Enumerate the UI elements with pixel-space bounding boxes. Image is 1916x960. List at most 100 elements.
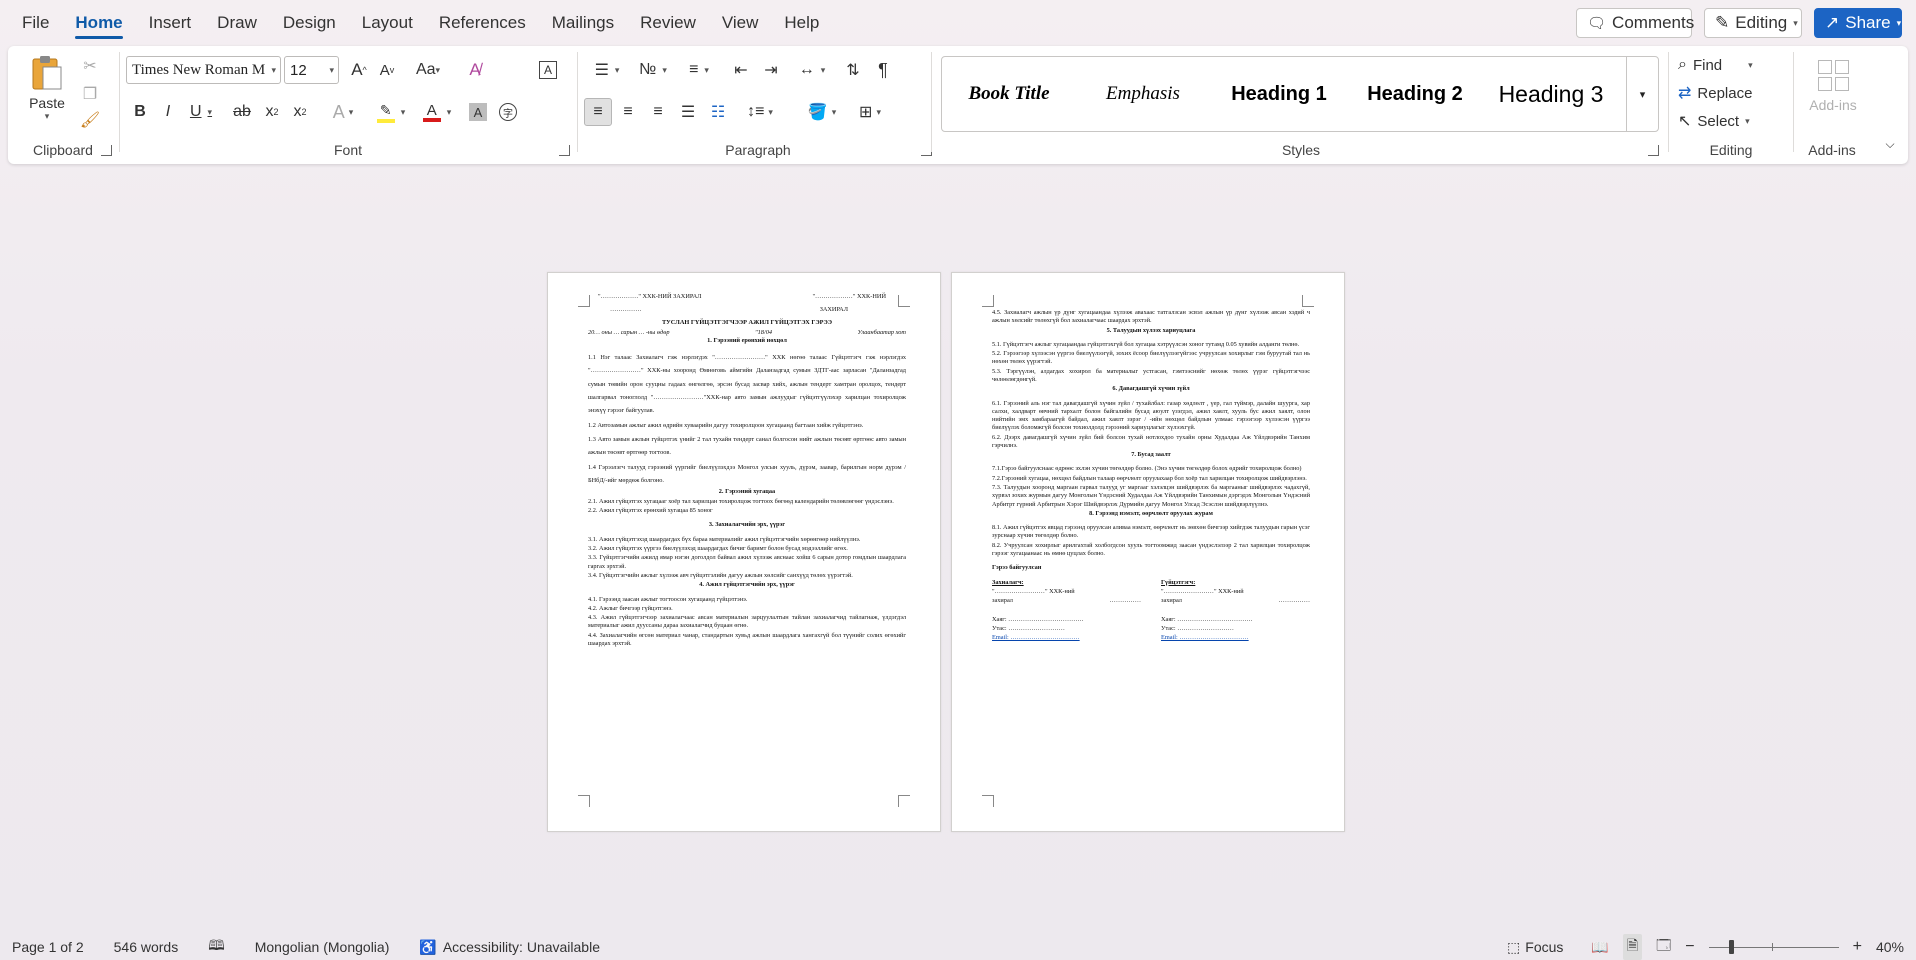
- clipboard-launcher-icon[interactable]: [101, 145, 112, 156]
- borders-icon[interactable]: ⊞ ▾: [848, 98, 892, 126]
- bullets-icon[interactable]: ☰ ▾: [586, 56, 628, 84]
- addins-button[interactable]: Add-ins: [1802, 54, 1864, 118]
- text-direction-icon[interactable]: ↔ ▾: [792, 56, 832, 84]
- format-painter-icon[interactable]: 🖌: [78, 108, 102, 132]
- font-size-dropdown[interactable]: 12 ▾: [284, 56, 339, 84]
- align-left-icon[interactable]: ≡: [584, 98, 612, 126]
- distributed-icon[interactable]: ☷: [704, 98, 732, 126]
- shrink-font-icon[interactable]: Av: [374, 56, 400, 84]
- zoom-level[interactable]: 40%: [1876, 939, 1904, 955]
- collapse-ribbon-icon[interactable]: ⌵: [1880, 134, 1900, 154]
- document-page-2[interactable]: 4.5. Захиалагч ажлын үр дүнг хугацаандаа…: [951, 272, 1345, 832]
- copy-icon[interactable]: ❐: [78, 82, 102, 106]
- print-layout-icon[interactable]: 🗎: [1622, 934, 1643, 960]
- bold-button[interactable]: B: [128, 98, 152, 126]
- enclose-characters-icon[interactable]: 字: [496, 98, 520, 126]
- highlight-color-button[interactable]: ✎ ▾: [370, 98, 412, 126]
- doc-paragraph: 4.2. Ажлыг бичгээр гүйцэтгэнэ.: [588, 604, 673, 612]
- font-color-button[interactable]: A ▾: [416, 98, 458, 126]
- tab-design[interactable]: Design: [270, 0, 349, 46]
- read-mode-icon[interactable]: 📖: [1591, 939, 1608, 956]
- cut-icon[interactable]: ✂: [78, 54, 102, 78]
- justify-icon[interactable]: ☰: [674, 98, 702, 126]
- multilevel-list-icon[interactable]: ≡ ▾: [678, 56, 720, 84]
- web-layout-icon[interactable]: 🗔: [1656, 935, 1671, 959]
- page-count[interactable]: Page 1 of 2: [12, 939, 84, 955]
- grow-font-icon[interactable]: A ^: [346, 56, 372, 84]
- decrease-indent-icon[interactable]: ⇤: [728, 56, 754, 84]
- zoom-out-icon[interactable]: −: [1685, 938, 1694, 956]
- zoom-in-icon[interactable]: +: [1853, 938, 1862, 956]
- doc-email-link[interactable]: Email: ……………………………: [1161, 634, 1310, 642]
- editing-mode-button[interactable]: ✎ Editing ▾: [1704, 8, 1802, 38]
- strikethrough-button[interactable]: ab: [228, 98, 256, 126]
- superscript-button[interactable]: x2: [286, 98, 314, 126]
- text-effects-icon[interactable]: A ▾: [324, 98, 362, 126]
- shading-bucket-icon[interactable]: 🪣 ▾: [800, 98, 844, 126]
- doc-header-right-2: ЗАХИРАЛ: [819, 306, 848, 314]
- proofing-status[interactable]: 🕮: [208, 935, 225, 959]
- share-button[interactable]: ↗ Share ▾: [1814, 8, 1902, 38]
- tab-file[interactable]: File: [0, 0, 62, 46]
- doc-paragraph: 3.2. Ажил гүйцэтгэх үүргээ биелүүлэхэд ш…: [588, 544, 848, 552]
- align-center-icon[interactable]: ≡: [614, 98, 642, 126]
- doc-phone: Утас: ………………………: [992, 624, 1065, 632]
- focus-button[interactable]: ⬚ Focus: [1507, 939, 1563, 956]
- text-effects-box-icon[interactable]: A: [536, 56, 560, 84]
- clipboard-icon: [32, 55, 62, 89]
- doc-paragraph: 5.1. Гүйцэтгэгч ажлыг хугацаандаа гүйцэт…: [992, 340, 1300, 348]
- replace-button[interactable]: ⇄ Replace: [1678, 80, 1788, 106]
- tab-review[interactable]: Review: [627, 0, 709, 46]
- doc-section-heading: 1. Гэрээний ерөнхий нөхцөл: [707, 336, 787, 344]
- find-button[interactable]: ⌕ Find ▾: [1678, 52, 1788, 78]
- doc-paragraph: 7.3. Талуудын хооронд маргаан гарвал тал…: [992, 484, 1310, 508]
- show-formatting-marks-icon[interactable]: ¶: [870, 56, 896, 84]
- doc-signature-block: Захиалагч: "……………………" ХХК-ний захирал …………: [992, 579, 1310, 644]
- margin-corner: [1302, 295, 1314, 307]
- font-name-dropdown[interactable]: Times New Roman M ▾: [126, 56, 281, 84]
- character-shading-icon[interactable]: A: [466, 98, 490, 126]
- doc-paragraph: 1.3 Авто замын ажлын гүйцэтгэх үнийг 2 т…: [588, 435, 906, 457]
- doc-paragraph: 3.3. Гүйцэтгэгчийн ажилд ямар нэгэн дого…: [588, 554, 906, 570]
- tab-view[interactable]: View: [709, 0, 772, 46]
- numbering-icon[interactable]: № ▾: [632, 56, 674, 84]
- underline-button[interactable]: U ▾: [184, 98, 218, 126]
- tab-help[interactable]: Help: [771, 0, 832, 46]
- tab-references[interactable]: References: [426, 0, 539, 46]
- doc-address: Хаяг: ………………………………: [1161, 615, 1253, 623]
- clear-formatting-icon[interactable]: A̸: [462, 56, 488, 84]
- select-button[interactable]: ↖ Select ▾: [1678, 108, 1788, 134]
- sort-icon[interactable]: ⇅: [840, 56, 866, 84]
- tab-home[interactable]: Home: [62, 0, 135, 46]
- word-count[interactable]: 546 words: [114, 939, 179, 955]
- change-case-icon[interactable]: Aa ▾: [410, 56, 446, 84]
- accessibility-label: Accessibility: Unavailable: [442, 939, 600, 955]
- zoom-slider[interactable]: [1708, 940, 1839, 954]
- doc-paragraph: 2.2. Ажил гүйцэтгэх ерөнхий хугацаа 85 х…: [588, 506, 713, 514]
- font-launcher-icon[interactable]: [559, 145, 570, 156]
- doc-paragraph: 4.5. Захиалагч ажлын үр дүнг хугацаандаа…: [992, 309, 1310, 325]
- tab-draw[interactable]: Draw: [204, 0, 270, 46]
- view-controls: ⬚ Focus 📖 🗎 🗔 − + 40%: [1507, 934, 1904, 960]
- replace-label: Replace: [1697, 84, 1753, 102]
- styles-group-label: Styles: [1281, 142, 1321, 158]
- paste-button[interactable]: Paste ▾: [22, 52, 72, 122]
- document-page-1[interactable]: "………………" ХХК-НИЙ ЗАХИРАЛ "………………" ХХК-НИ…: [547, 272, 941, 832]
- doc-phone: Утас: ………………………: [1161, 624, 1234, 632]
- line-spacing-icon[interactable]: ↕≡ ▾: [738, 98, 782, 126]
- tab-mailings[interactable]: Mailings: [539, 0, 627, 46]
- align-right-icon[interactable]: ≡: [644, 98, 672, 126]
- doc-sign-line: ……………: [610, 306, 642, 314]
- doc-email-link[interactable]: Email: ……………………………: [992, 634, 1141, 642]
- zoom-slider-thumb[interactable]: [1728, 940, 1734, 954]
- tab-insert[interactable]: Insert: [136, 0, 205, 46]
- accessibility-status[interactable]: ♿ Accessibility: Unavailable: [419, 939, 600, 956]
- comments-button[interactable]: 🗨 Comments: [1576, 8, 1695, 38]
- italic-button[interactable]: I: [156, 98, 180, 126]
- increase-indent-icon[interactable]: ⇥: [758, 56, 784, 84]
- language-indicator[interactable]: Mongolian (Mongolia): [255, 939, 390, 955]
- subscript-button[interactable]: x2: [258, 98, 286, 126]
- tab-layout[interactable]: Layout: [349, 0, 426, 46]
- styles-launcher-icon[interactable]: [1648, 145, 1659, 156]
- comments-label: Comments: [1612, 13, 1695, 32]
